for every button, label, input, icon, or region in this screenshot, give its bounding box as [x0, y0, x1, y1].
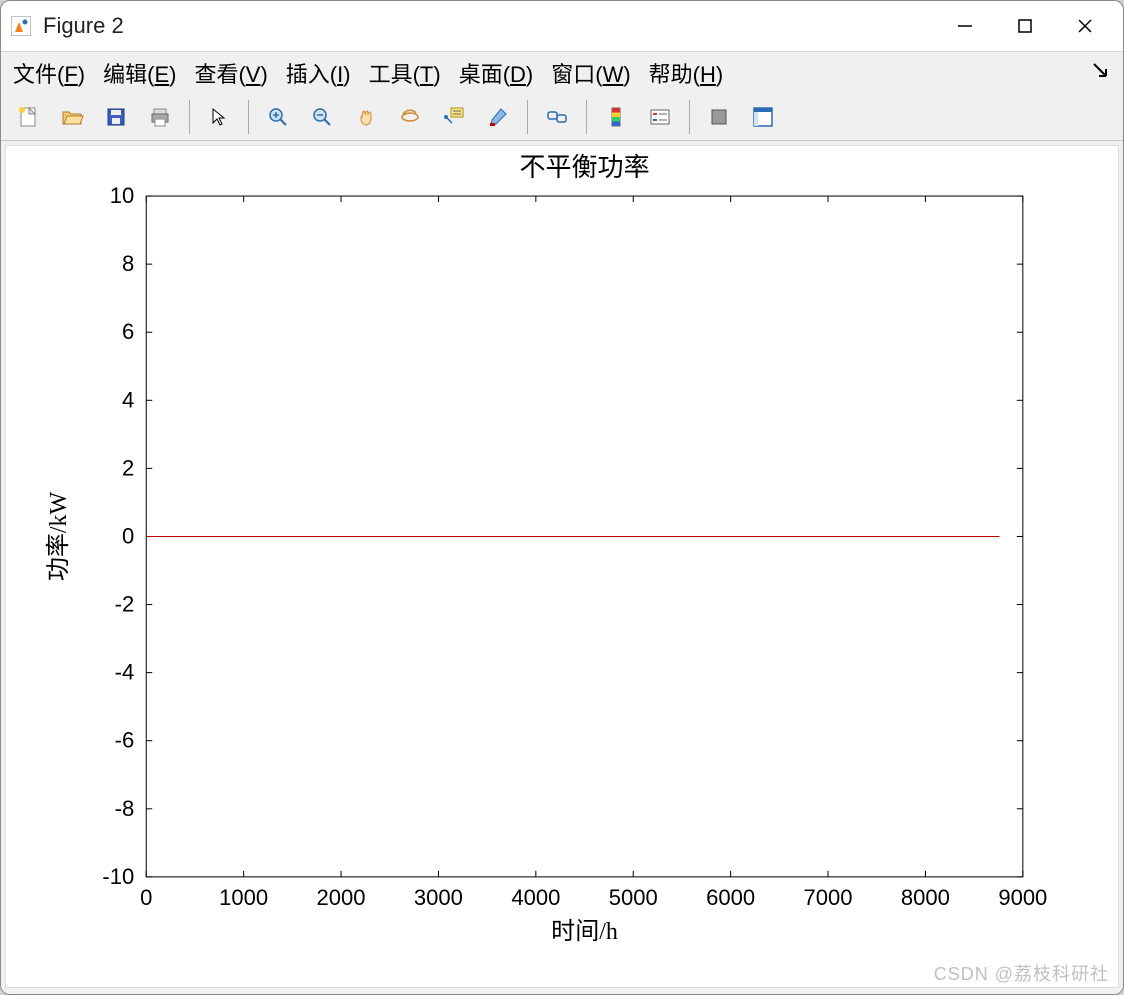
hide-plot-tools-button[interactable] — [700, 98, 738, 136]
svg-text:-8: -8 — [115, 796, 135, 821]
data-cursor-button[interactable] — [435, 98, 473, 136]
menu-help[interactable]: 帮助(H) — [647, 55, 726, 91]
svg-text:2000: 2000 — [317, 885, 366, 910]
menu-edit[interactable]: 编辑(E) — [101, 55, 178, 91]
open-button[interactable] — [53, 98, 91, 136]
chart-svg: 不平衡功率 -10 -8 -6 -4 -2 0 2 4 6 8 10 0 1000 2000 3000 4000… — [6, 146, 1118, 987]
window-title: Figure 2 — [43, 13, 935, 39]
edit-pointer-button[interactable] — [200, 98, 238, 136]
svg-text:-2: -2 — [115, 592, 135, 617]
svg-text:4: 4 — [122, 387, 134, 412]
toolbar-separator — [586, 100, 587, 134]
svg-text:2: 2 — [122, 455, 134, 480]
svg-text:6000: 6000 — [706, 885, 755, 910]
show-plot-tools-button[interactable] — [744, 98, 782, 136]
svg-text:-10: -10 — [102, 864, 134, 889]
zoom-out-button[interactable] — [303, 98, 341, 136]
toolbar-separator — [189, 100, 190, 134]
figure-window: Figure 2 文件(F) 编辑(E) 查看(V) 插入(I) 工具(T) 桌… — [0, 0, 1124, 995]
svg-text:8: 8 — [122, 251, 134, 276]
menu-view[interactable]: 查看(V) — [192, 55, 269, 91]
toolbar — [1, 93, 1123, 141]
svg-text:0: 0 — [140, 885, 152, 910]
save-button[interactable] — [97, 98, 135, 136]
undock-icon[interactable] — [1087, 57, 1113, 89]
menubar: 文件(F) 编辑(E) 查看(V) 插入(I) 工具(T) 桌面(D) 窗口(W… — [1, 51, 1123, 93]
svg-text:7000: 7000 — [804, 885, 853, 910]
window-controls — [935, 2, 1115, 50]
plot-canvas[interactable]: 不平衡功率 -10 -8 -6 -4 -2 0 2 4 6 8 10 0 1000 2000 3000 4000… — [5, 145, 1119, 988]
svg-text:4000: 4000 — [511, 885, 560, 910]
brush-button[interactable] — [479, 98, 517, 136]
rotate-button[interactable] — [391, 98, 429, 136]
menu-file[interactable]: 文件(F) — [11, 55, 87, 91]
svg-text:10: 10 — [110, 183, 135, 208]
svg-text:功率/kW: 功率/kW — [45, 491, 72, 581]
svg-text:-4: -4 — [115, 660, 135, 685]
svg-text:-6: -6 — [115, 728, 135, 753]
zoom-in-button[interactable] — [259, 98, 297, 136]
close-button[interactable] — [1055, 2, 1115, 50]
menu-window[interactable]: 窗口(W) — [549, 55, 632, 91]
maximize-button[interactable] — [995, 2, 1055, 50]
svg-text:8000: 8000 — [901, 885, 950, 910]
link-plot-button[interactable] — [538, 98, 576, 136]
titlebar: Figure 2 — [1, 1, 1123, 51]
plot-area: 不平衡功率 -10 -8 -6 -4 -2 0 2 4 6 8 10 0 1000 2000 3000 4000… — [1, 141, 1123, 994]
toolbar-separator — [689, 100, 690, 134]
legend-button[interactable] — [641, 98, 679, 136]
menu-desktop[interactable]: 桌面(D) — [457, 55, 536, 91]
minimize-button[interactable] — [935, 2, 995, 50]
new-figure-button[interactable] — [9, 98, 47, 136]
toolbar-separator — [248, 100, 249, 134]
menu-tools[interactable]: 工具(T) — [367, 55, 443, 91]
svg-text:6: 6 — [122, 319, 134, 344]
pan-button[interactable] — [347, 98, 385, 136]
toolbar-separator — [527, 100, 528, 134]
svg-text:不平衡功率: 不平衡功率 — [519, 153, 649, 182]
svg-text:5000: 5000 — [609, 885, 658, 910]
svg-text:3000: 3000 — [414, 885, 463, 910]
print-button[interactable] — [141, 98, 179, 136]
svg-text:0: 0 — [122, 523, 134, 548]
app-icon — [9, 14, 33, 38]
svg-text:9000: 9000 — [998, 885, 1047, 910]
svg-text:时间/h: 时间/h — [551, 918, 618, 945]
svg-text:1000: 1000 — [219, 885, 268, 910]
menu-insert[interactable]: 插入(I) — [284, 55, 353, 91]
colorbar-button[interactable] — [597, 98, 635, 136]
